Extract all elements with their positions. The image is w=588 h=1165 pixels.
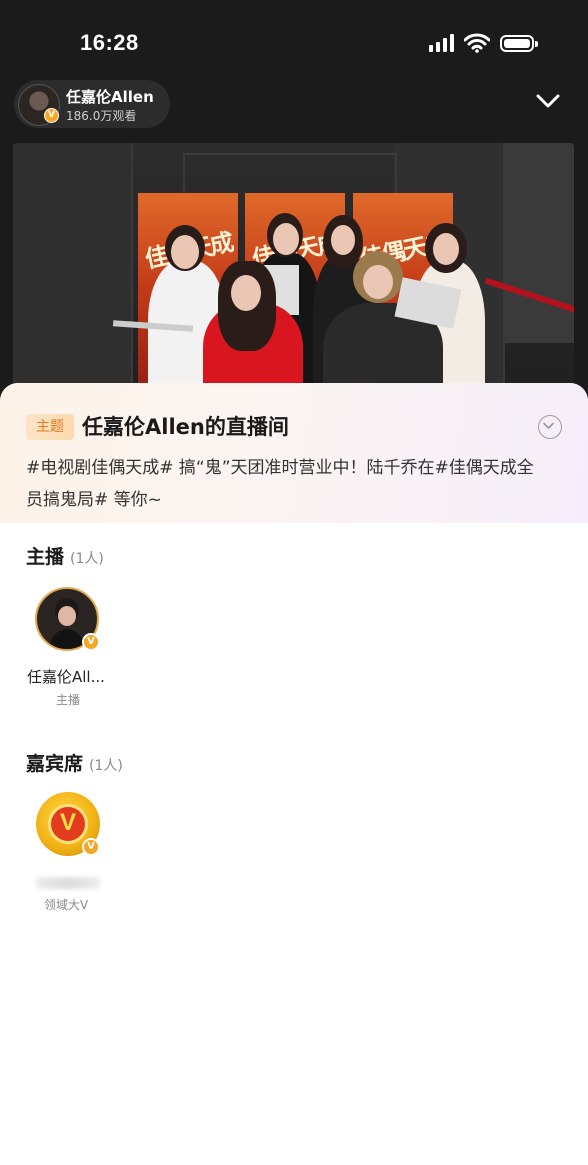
guest-section-title: 嘉宾席 (1人) (26, 749, 123, 776)
verified-badge-icon: V (44, 108, 59, 123)
anchor-section-label: 主播 (26, 546, 65, 568)
host-chip[interactable]: V 任嘉伦Allen 186.0万观看 (14, 80, 170, 128)
host-name[interactable]: 任嘉伦Allen (66, 86, 154, 107)
status-time: 16:28 (80, 30, 139, 55)
expand-button[interactable] (538, 415, 562, 439)
chevron-down-icon (543, 422, 554, 429)
anchor-section-title: 主播 (1人) (26, 542, 104, 569)
guest-name-blurred[interactable] (36, 877, 100, 889)
guest-count: (1人) (89, 758, 123, 774)
wall-panel (13, 143, 133, 403)
verified-badge-icon: V (82, 633, 100, 651)
anchor-count: (1人) (70, 551, 104, 567)
guest-section-label: 嘉宾席 (26, 753, 84, 775)
room-title: 任嘉伦Allen的直播间 (82, 415, 289, 439)
battery-icon (500, 34, 538, 52)
wifi-icon (464, 33, 490, 53)
status-bar: 16:28 (0, 0, 588, 80)
verified-badge-icon: V (82, 838, 100, 856)
signal-icon (429, 34, 454, 52)
door-frame (183, 153, 397, 195)
person-face (433, 233, 459, 265)
person-face (363, 265, 393, 299)
room-description: #电视剧佳偶天成# 搞“鬼”天团准时营业中！陆千乔在#佳偶天成全员搞鬼局# 等你… (26, 458, 534, 510)
person-face (231, 275, 261, 311)
guest-role: 领域大V (44, 898, 89, 912)
viewer-count: 186.0万观看 (66, 109, 137, 123)
chevron-down-icon[interactable] (536, 92, 560, 110)
person-face (171, 235, 199, 269)
status-icons (429, 33, 538, 53)
topic-tag: 主题 (26, 414, 74, 440)
v-logo-letter: V (59, 809, 76, 836)
anchor-role: 主播 (56, 693, 81, 707)
doorway (503, 143, 574, 343)
person-face (331, 225, 355, 255)
person-face (273, 223, 299, 255)
room-info-sheet: 主题 任嘉伦Allen的直播间 #电视剧佳偶天成# 搞“鬼”天团准时营业中！陆千… (0, 383, 588, 1165)
live-video-preview[interactable]: 佳偶天成 佳偶天成 佳偶天成 (13, 143, 574, 403)
anchor-name[interactable]: 任嘉伦All... (27, 666, 105, 687)
